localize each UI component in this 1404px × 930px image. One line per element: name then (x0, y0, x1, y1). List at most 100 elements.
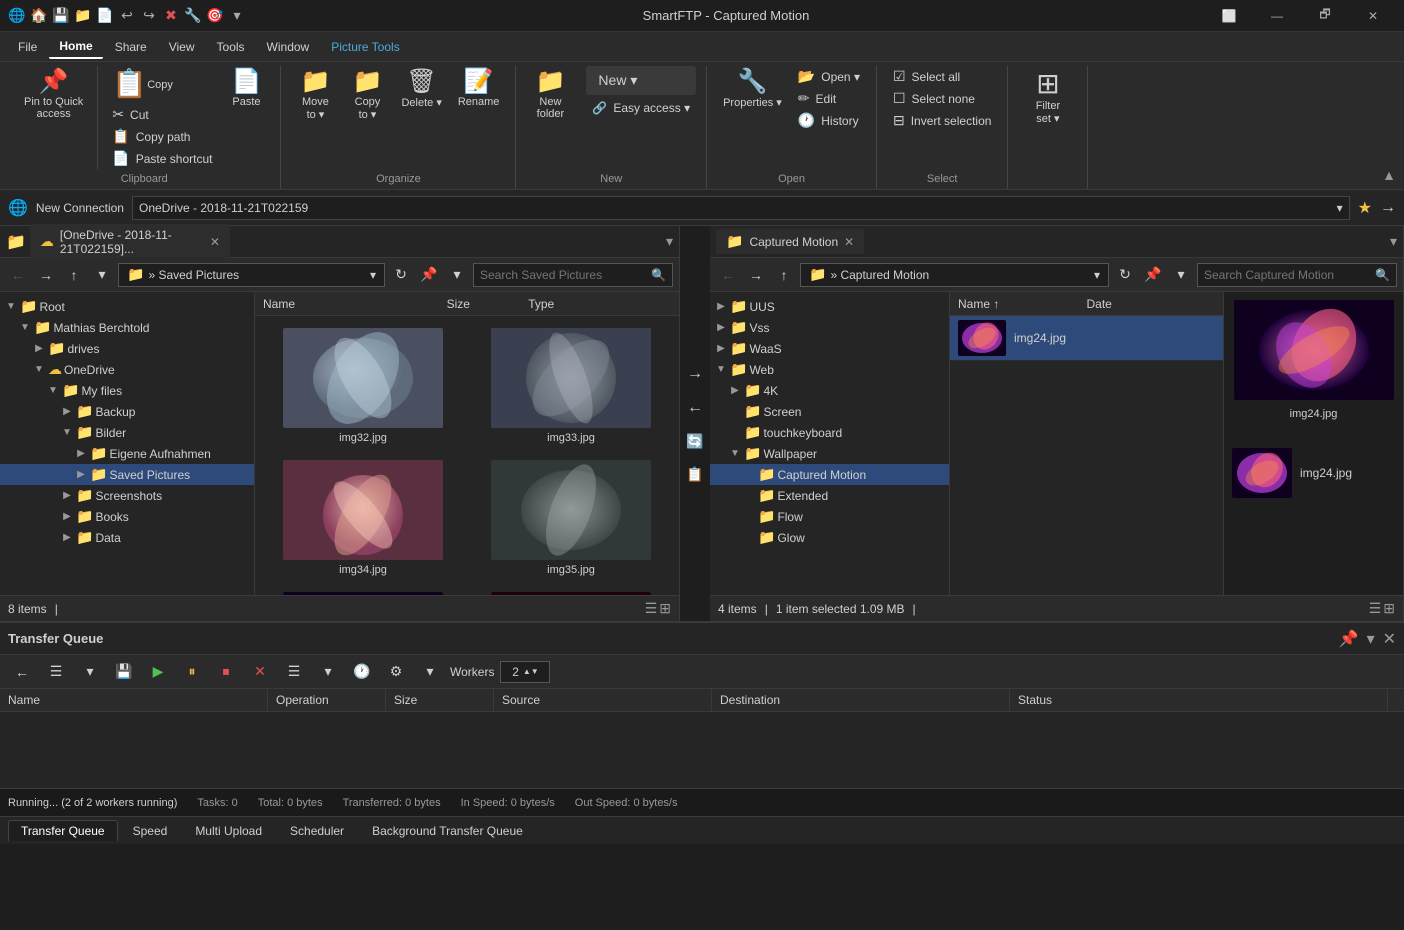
list-item[interactable]: img32.jpg (263, 324, 463, 448)
right-forward-btn[interactable]: → (744, 263, 768, 287)
list-item[interactable]: img25.jpg (471, 588, 671, 595)
tree-item-bilder[interactable]: ▼ 📁 Bilder (0, 422, 254, 443)
left-back-btn[interactable]: ← (6, 263, 30, 287)
transfer-pin-btn[interactable]: 📌 (1339, 629, 1359, 649)
tree-item-4k[interactable]: ▶ 📁 4K (710, 380, 949, 401)
save-icon[interactable]: 💾 (52, 7, 70, 25)
invert-selection-btn[interactable]: ⊟ Invert selection (887, 110, 997, 131)
tab-speed[interactable]: Speed (120, 820, 181, 841)
ribbon-collapse-btn[interactable]: ▲ (1382, 167, 1396, 183)
connection-dropdown[interactable]: OneDrive - 2018-11-21T022159 ▾ (132, 196, 1350, 220)
tq-col-name[interactable]: Name (8, 689, 268, 711)
tq-col-source[interactable]: Source (502, 689, 712, 711)
new-folder-btn[interactable]: 📁 Newfolder (526, 66, 574, 124)
tree-item-backup[interactable]: ▶ 📁 Backup (0, 401, 254, 422)
sync-btn[interactable]: 🔄 (682, 429, 707, 454)
tq-col-operation[interactable]: Operation (276, 689, 386, 711)
tree-item-mathias[interactable]: ▼ 📁 Mathias Berchtold (0, 317, 254, 338)
move-to-btn[interactable]: 📁 Moveto ▾ (291, 66, 339, 125)
list-item[interactable]: img24.jpg (263, 588, 463, 595)
menu-tools[interactable]: Tools (207, 36, 255, 58)
tq-back-btn[interactable]: ← (8, 660, 36, 684)
target-icon[interactable]: 🎯 (206, 7, 224, 25)
tree-item-capturedmotion[interactable]: 📁 Captured Motion (710, 464, 949, 485)
forward-arrow-btn[interactable]: → (1380, 199, 1396, 217)
left-search[interactable]: 🔍 (473, 263, 673, 287)
restore-down-btn[interactable]: ⬜ (1206, 0, 1252, 32)
right-nav-icon[interactable]: 📌 (1141, 263, 1165, 287)
tq-dropdown-btn[interactable]: ▾ (76, 660, 104, 684)
tq-play-btn[interactable]: ▶ (144, 660, 172, 684)
left-nav-dropdown[interactable]: ▾ (90, 263, 114, 287)
tq-dropdown3-btn[interactable]: ▾ (416, 660, 444, 684)
list-item[interactable]: img34.jpg (263, 456, 463, 580)
tree-item-books[interactable]: ▶ 📁 Books (0, 506, 254, 527)
delete-btn[interactable]: 🗑 Delete ▾ (395, 66, 447, 113)
history-btn[interactable]: 🕐 History (792, 110, 866, 131)
rename-btn[interactable]: 📝 Rename (452, 66, 506, 112)
left-tab-dropdown[interactable]: ▾ (666, 233, 673, 250)
right-tab-close[interactable]: ✕ (844, 235, 854, 249)
select-none-btn[interactable]: ☐ Select none (887, 88, 997, 109)
tree-item-myfiles[interactable]: ▼ 📁 My files (0, 380, 254, 401)
properties-btn[interactable]: 🔧 Properties ▾ (717, 66, 788, 113)
tq-dropdown2-btn[interactable]: ▾ (314, 660, 342, 684)
star-btn[interactable]: ★ (1358, 198, 1372, 218)
pin-to-quick-access-btn[interactable]: 📌 Pin to Quickaccess (18, 66, 89, 124)
filter-set-btn[interactable]: ⊞ Filterset ▾ (1024, 66, 1072, 129)
menu-view[interactable]: View (159, 36, 205, 58)
tree-item-vss[interactable]: ▶ 📁 Vss (710, 317, 949, 338)
right-tab[interactable]: 📁 Captured Motion ✕ (716, 229, 864, 254)
tab-background-transfer[interactable]: Background Transfer Queue (359, 820, 536, 841)
undo-icon[interactable]: ↩ (118, 7, 136, 25)
right-search-input[interactable] (1204, 268, 1371, 282)
right-path-bar[interactable]: 📁 » Captured Motion ▾ (800, 263, 1109, 287)
tq-col-dest[interactable]: Destination (720, 689, 1010, 711)
transfer-close-btn[interactable]: ✕ (1383, 629, 1396, 649)
list-item[interactable]: img24.jpg (950, 316, 1223, 361)
settings-icon[interactable]: 🔧 (184, 7, 202, 25)
select-all-btn[interactable]: ☑ Select all (887, 66, 997, 87)
easy-access-btn[interactable]: 🔗 Easy access ▾ (586, 99, 696, 117)
tab-transfer-queue[interactable]: Transfer Queue (8, 820, 118, 841)
tq-save-btn[interactable]: 💾 (110, 660, 138, 684)
tq-col-status[interactable]: Status (1018, 689, 1388, 711)
right-col-name[interactable]: Name ↑ (958, 297, 1087, 311)
grid-view-btn[interactable]: ⊞ (659, 600, 671, 617)
right-nav-more[interactable]: ▾ (1169, 263, 1193, 287)
menu-home[interactable]: Home (49, 35, 102, 59)
cut-btn[interactable]: ✂ Cut (106, 104, 218, 125)
tq-cancel-btn[interactable]: ✕ (246, 660, 274, 684)
list-view-btn[interactable]: ☰ (645, 600, 658, 617)
tq-clock-btn[interactable]: 🕐 (348, 660, 376, 684)
right-back-btn[interactable]: ← (716, 263, 740, 287)
col-name[interactable]: Name (263, 297, 447, 311)
close-small-icon[interactable]: ✖ (162, 7, 180, 25)
tree-item-flow[interactable]: 📁 Flow (710, 506, 949, 527)
tree-item-waas[interactable]: ▶ 📁 WaaS (710, 338, 949, 359)
menu-picture-tools[interactable]: Picture Tools (321, 36, 409, 58)
left-tab[interactable]: ☁ [OneDrive - 2018-11-21T022159]... ✕ (30, 224, 230, 260)
close-btn[interactable]: ✕ (1350, 0, 1396, 32)
right-up-btn[interactable]: ↑ (772, 263, 796, 287)
tq-list2-btn[interactable]: ☰ (280, 660, 308, 684)
menu-file[interactable]: File (8, 36, 47, 58)
menu-window[interactable]: Window (257, 36, 320, 58)
tree-item-web[interactable]: ▼ 📁 Web (710, 359, 949, 380)
tree-item-eigene[interactable]: ▶ 📁 Eigene Aufnahmen (0, 443, 254, 464)
minimize-btn[interactable]: — (1254, 0, 1300, 32)
tree-item-data[interactable]: ▶ 📁 Data (0, 527, 254, 548)
transfer-left-btn[interactable]: ← (683, 395, 707, 421)
right-list-view-btn[interactable]: ☰ (1369, 600, 1382, 617)
menu-share[interactable]: Share (105, 36, 157, 58)
left-tab-close[interactable]: ✕ (210, 235, 220, 249)
right-col-date[interactable]: Date (1087, 297, 1216, 311)
tree-item-screenshots[interactable]: ▶ 📁 Screenshots (0, 485, 254, 506)
list-item[interactable]: img33.jpg (471, 324, 671, 448)
sync2-btn[interactable]: 📋 (682, 462, 707, 487)
home-icon[interactable]: 🏠 (30, 7, 48, 25)
paste-btn[interactable]: 📄 Paste (222, 66, 270, 112)
tree-item-uus[interactable]: ▶ 📁 UUS (710, 296, 949, 317)
tree-item-extended[interactable]: 📁 Extended (710, 485, 949, 506)
list-item[interactable]: img35.jpg (471, 456, 671, 580)
